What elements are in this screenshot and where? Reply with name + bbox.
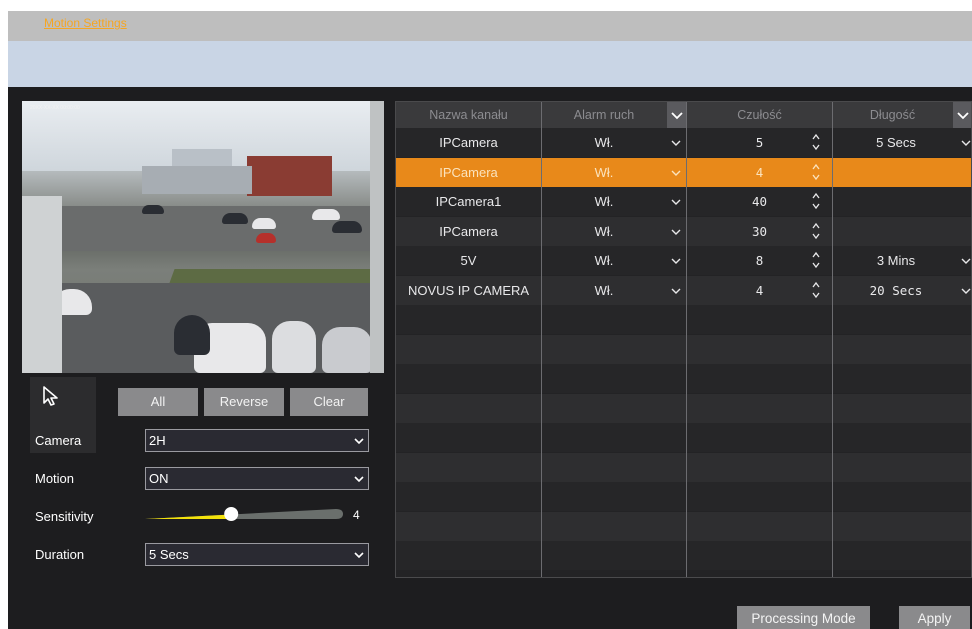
table-row[interactable]: IPCamera1 Wł. 40 xyxy=(396,187,971,216)
sensitivity-value: 4 xyxy=(353,508,360,522)
cell-channel-name: IPCamera xyxy=(439,223,498,239)
select-all-button[interactable]: All xyxy=(118,388,198,416)
table-row xyxy=(396,423,971,452)
motion-settings-window: Motion Settings 20XX-XX-XX 00:00:00 All … xyxy=(8,11,972,629)
table-row[interactable]: 5V Wł. 8 3 Mins xyxy=(396,246,971,275)
cell-duration[interactable] xyxy=(832,217,960,246)
header-duration: Długość xyxy=(869,108,916,122)
cell-motion-alarm[interactable]: Wł. xyxy=(541,128,667,157)
table-row[interactable]: IPCamera Wł. 5 5 Secs xyxy=(396,128,971,157)
cell-channel-name: NOVUS IP CAMERA xyxy=(407,282,530,298)
chevron-down-icon[interactable] xyxy=(670,255,682,267)
motion-select[interactable]: ON xyxy=(145,467,369,490)
processing-mode-button[interactable]: Processing Mode xyxy=(737,606,870,629)
spinner-icon[interactable] xyxy=(811,251,821,269)
cursor-icon xyxy=(43,386,58,406)
table-row[interactable]: NOVUS IP CAMERA Wł. 4 20 Secs xyxy=(396,275,971,305)
cell-motion-alarm[interactable]: Wł. xyxy=(541,158,667,187)
cell-channel-name: IPCamera xyxy=(439,164,498,180)
toolbar-area xyxy=(8,41,972,87)
camera-label: Camera xyxy=(35,433,82,448)
cell-motion-alarm[interactable]: Wł. xyxy=(541,187,667,216)
table-row[interactable]: IPCamera Wł. 30 xyxy=(396,216,971,246)
duration-label: Duration xyxy=(35,547,85,562)
header-channel-name: Nazwa kanału xyxy=(429,108,508,122)
table-row xyxy=(396,364,971,393)
table-row xyxy=(396,393,971,423)
chevron-down-icon xyxy=(354,552,364,559)
cell-channel-name: IPCamera xyxy=(439,135,498,150)
cell-duration[interactable]: 3 Mins xyxy=(832,246,960,275)
timestamp-overlay: 20XX-XX-XX 00:00:00 xyxy=(30,105,80,111)
chevron-down-icon xyxy=(354,476,364,483)
table-row xyxy=(396,541,971,570)
table-header: Nazwa kanału Alarm ruch Czułość Długość xyxy=(396,102,971,128)
table-row[interactable]: IPCamera Wł. 4 xyxy=(396,157,971,187)
header-duration-dropdown[interactable] xyxy=(953,102,971,128)
chevron-down-icon[interactable] xyxy=(670,167,682,179)
reverse-button[interactable]: Reverse xyxy=(204,388,284,416)
window-title[interactable]: Motion Settings xyxy=(44,16,127,30)
table-row xyxy=(396,482,971,511)
spinner-icon[interactable] xyxy=(811,281,821,299)
motion-label: Motion xyxy=(35,471,75,486)
header-motion-alarm: Alarm ruch xyxy=(573,108,635,122)
header-alarm-dropdown[interactable] xyxy=(667,102,687,128)
slider-thumb[interactable] xyxy=(224,507,239,521)
camera-preview[interactable]: 20XX-XX-XX 00:00:00 xyxy=(22,101,384,373)
sensitivity-slider[interactable] xyxy=(145,507,343,521)
chevron-down-icon xyxy=(957,112,969,120)
cell-motion-alarm[interactable]: Wł. xyxy=(541,246,667,275)
clear-button[interactable]: Clear xyxy=(290,388,368,416)
cell-motion-alarm[interactable]: Wł. xyxy=(541,276,667,305)
chevron-down-icon xyxy=(671,112,683,120)
table-row xyxy=(396,305,971,334)
camera-select[interactable]: 2H xyxy=(145,429,369,452)
table-row xyxy=(396,452,971,482)
cell-duration[interactable]: 20 Secs xyxy=(832,276,960,305)
table-row xyxy=(396,334,971,364)
sensitivity-label: Sensitivity xyxy=(35,509,94,524)
spinner-icon[interactable] xyxy=(811,133,821,151)
duration-select[interactable]: 5 Secs xyxy=(145,543,369,566)
cell-duration[interactable]: 5 Secs xyxy=(832,128,960,157)
chevron-down-icon[interactable] xyxy=(960,137,971,149)
title-bar: Motion Settings xyxy=(8,11,972,41)
chevron-down-icon[interactable] xyxy=(670,285,682,297)
chevron-down-icon[interactable] xyxy=(960,255,971,267)
chevron-down-icon[interactable] xyxy=(670,137,682,149)
cell-duration[interactable] xyxy=(832,187,960,216)
table-row xyxy=(396,511,971,541)
header-sensitivity: Czułość xyxy=(737,108,782,122)
chevron-down-icon[interactable] xyxy=(960,285,971,297)
cell-motion-alarm[interactable]: Wł. xyxy=(541,217,667,246)
apply-button[interactable]: Apply xyxy=(899,606,970,629)
chevron-down-icon[interactable] xyxy=(670,226,682,238)
cell-channel-name: 5V xyxy=(460,253,477,268)
chevron-down-icon[interactable] xyxy=(670,196,682,208)
cell-channel-name: IPCamera1 xyxy=(435,194,502,209)
spinner-icon[interactable] xyxy=(811,163,821,181)
channel-table: Nazwa kanału Alarm ruch Czułość Długość … xyxy=(395,101,972,578)
cell-duration[interactable] xyxy=(832,158,960,187)
spinner-icon[interactable] xyxy=(811,222,821,240)
spinner-icon[interactable] xyxy=(811,192,821,210)
chevron-down-icon xyxy=(354,438,364,445)
